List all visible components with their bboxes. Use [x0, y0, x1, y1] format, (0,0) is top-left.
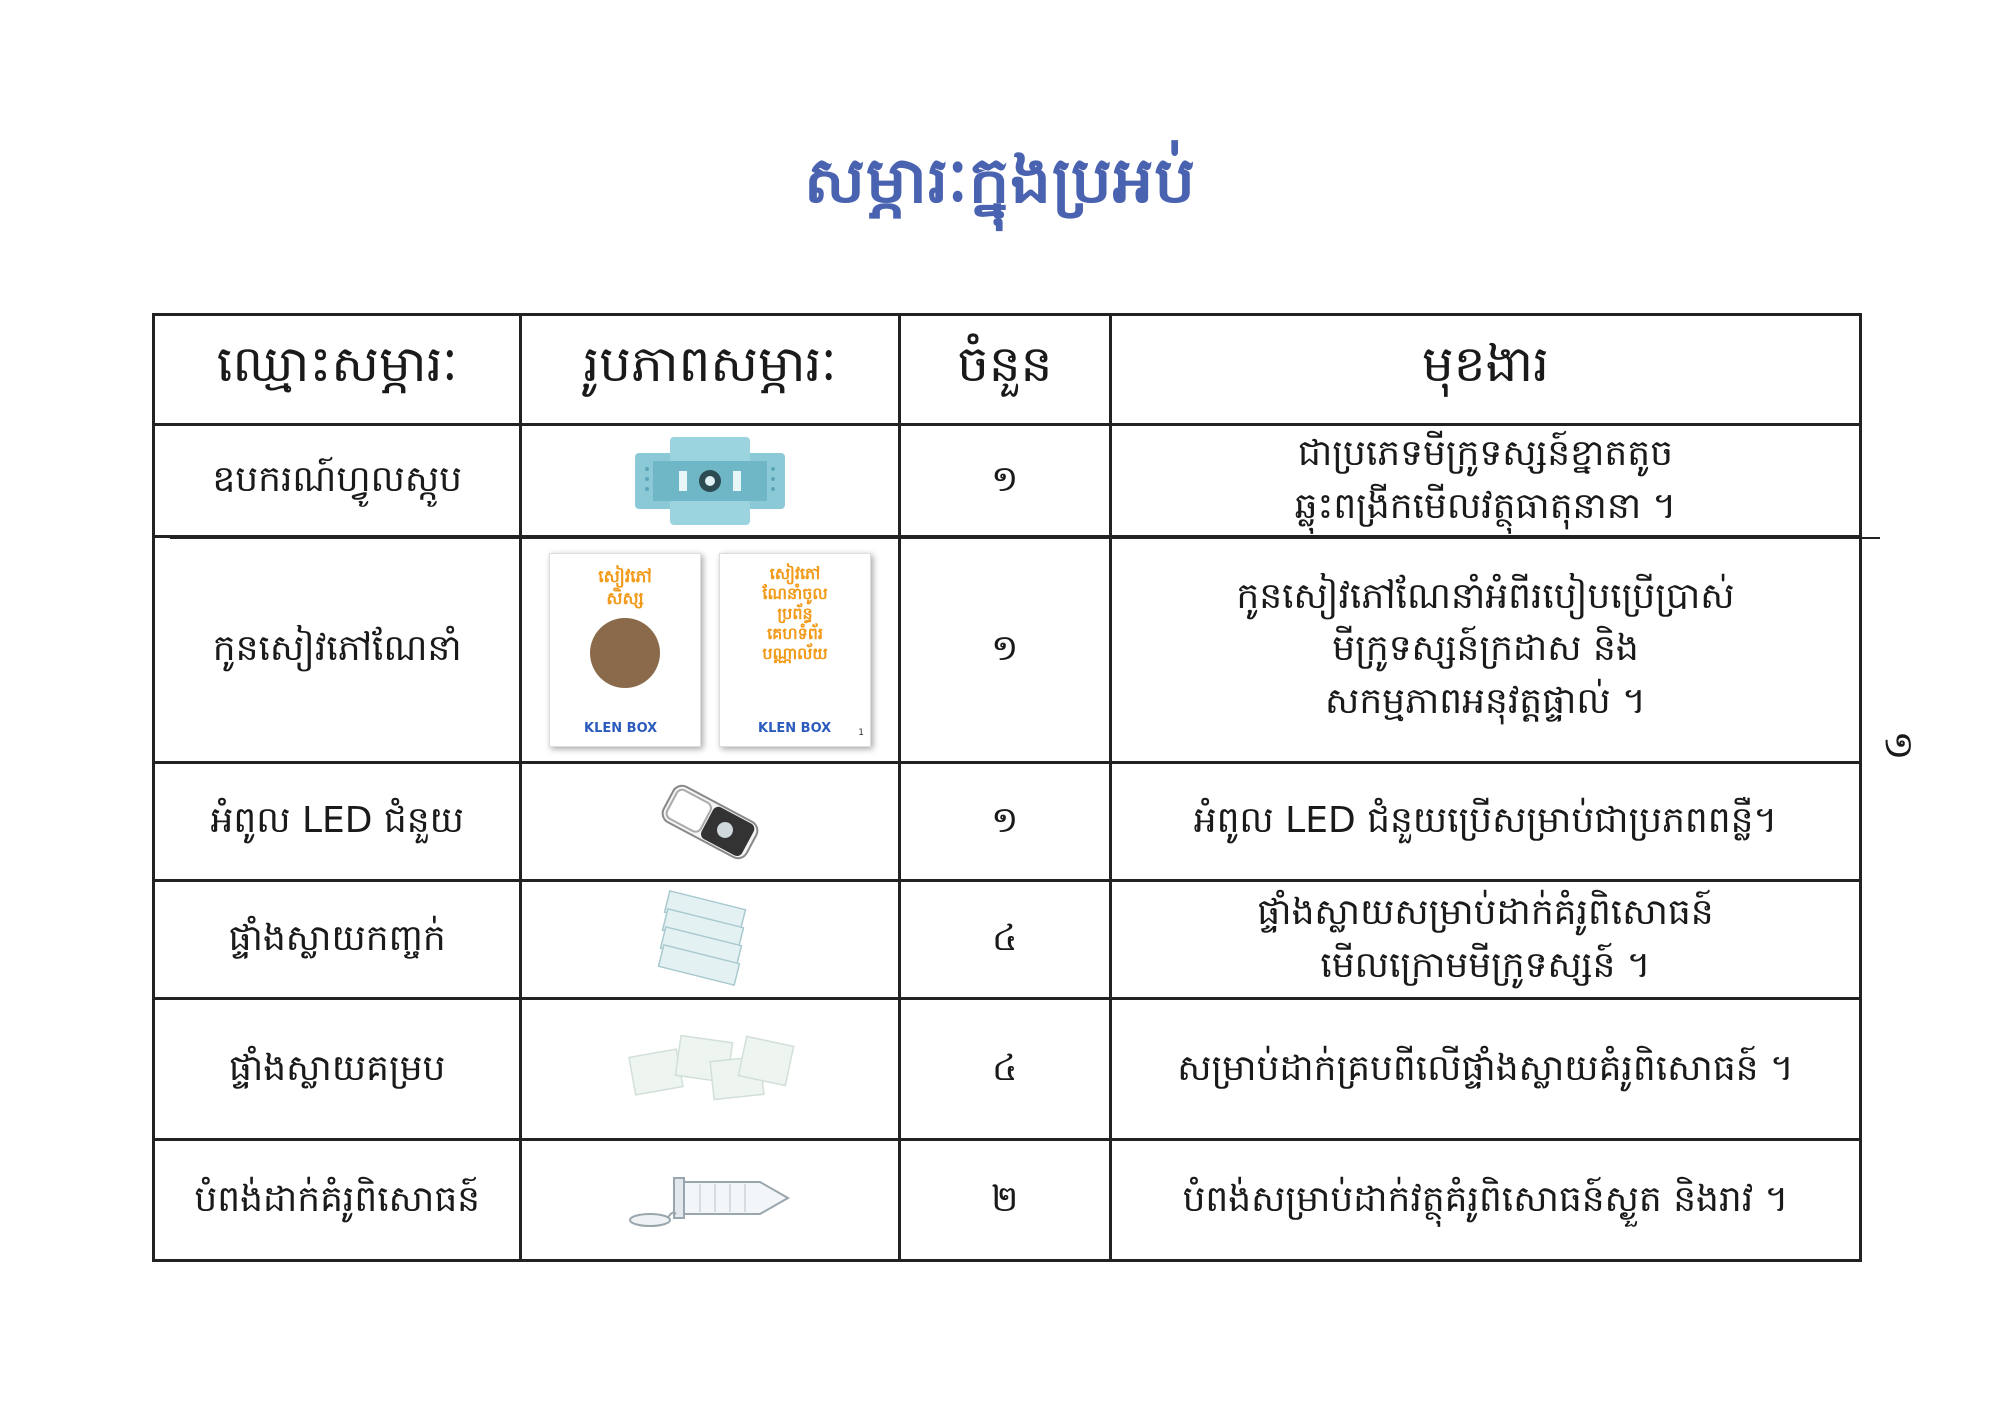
table-row: បំពង់ដាក់គំរូពិសោធន៍ ២ បំពង់សម្រាប់ដាក់វ… — [151, 1138, 1863, 1262]
item-quantity: ៤ — [897, 879, 1112, 1000]
table-row: ផ្ទាំងស្លាយកញ្ចក់ ៤ ផ្ទាំងស្លាយសម្រាប់ដា… — [151, 879, 1863, 1000]
foldscope-icon — [635, 436, 786, 525]
item-function: បំពង់សម្រាប់ដាក់វត្ថុគំរូពិសោធន៍ស្ងួត និ… — [1108, 1138, 1863, 1262]
function-line: ផ្ទាំងស្លាយសម្រាប់ដាក់គំរូពិសោធន៍ — [1257, 892, 1714, 934]
booklet-title: សៀវភៅ — [598, 566, 652, 587]
header-image: រូបភាពសម្ភារៈ — [519, 313, 901, 426]
item-function: អំពូល LED ជំនួយប្រើសម្រាប់ជាប្រភពពន្លឺ។ — [1108, 761, 1863, 882]
brand-logo: KLEN BOX — [584, 720, 658, 736]
page-title: សម្ភារៈក្នុងប្រអប់ — [804, 144, 1196, 218]
booklet-title: ណែនាំចូល — [762, 583, 828, 603]
function-line: សកម្មភាពអនុវត្តផ្ទាល់ ។ — [1325, 680, 1646, 722]
student-booklet-icon: សៀវភៅ សិស្ស KLEN BOX — [549, 552, 702, 747]
function-line: កូនសៀវភៅណែនាំអំពីរបៀបប្រើប្រាស់ — [1236, 576, 1735, 618]
item-name: ឧបករណ៍ហ្វូលស្កូប — [151, 423, 523, 538]
function-line: សម្រាប់ដាក់គ្របពីលើផ្ទាំងស្លាយគំរូពិសោធន… — [1177, 1047, 1794, 1089]
item-quantity: ១ — [897, 761, 1112, 882]
divider-line — [170, 537, 1880, 539]
function-line: មើលក្រោមមីក្រូទស្សន៍ ។ — [1320, 944, 1651, 986]
item-name: ផ្ទាំងស្លាយគម្រប — [151, 997, 523, 1141]
item-name: បំពង់ដាក់គំរូពិសោធន៍ — [151, 1138, 523, 1262]
booklet-title: សិស្ស — [606, 588, 644, 609]
item-quantity: ១ — [897, 535, 1112, 764]
item-image: សៀវភៅ សិស្ស KLEN BOX សៀវភៅ ណែនាំចូល ប្រព… — [519, 535, 901, 764]
item-name: កូនសៀវភៅណែនាំ — [151, 535, 523, 764]
item-function: ជាប្រភេទមីក្រូទស្សន៍ខ្នាតតូច ឆ្លុះពង្រីក… — [1108, 423, 1863, 538]
item-image — [519, 997, 901, 1141]
photo-circle — [590, 617, 661, 688]
header-quantity: ចំនួន — [897, 313, 1112, 426]
function-line: មីក្រូទស្សន៍ក្រដាស និង — [1332, 628, 1639, 670]
booklet-page-number: 1 — [858, 728, 865, 739]
table-row: អំពូល LED ជំនួយ ១ អំពូល LED ជំនួយប្រើសម្… — [151, 761, 1863, 882]
kit-contents-table: ឈ្មោះសម្ភារៈ រូបភាពសម្ភារៈ ចំនួន មុខងារ … — [151, 313, 1863, 1262]
glass-slides-icon — [657, 889, 747, 986]
function-line: ឆ្លុះពង្រីកមើលវត្ថុធាតុនានា ។ — [1294, 485, 1677, 527]
function-line: បំពង់សម្រាប់ដាក់វត្ថុគំរូពិសោធន៍ស្ងួត និ… — [1182, 1178, 1789, 1220]
sample-tube-icon — [629, 1177, 791, 1227]
item-quantity: ២ — [897, 1138, 1112, 1262]
brand-logo: KLEN BOX — [758, 721, 832, 737]
item-function: សម្រាប់ដាក់គ្របពីលើផ្ទាំងស្លាយគំរូពិសោធន… — [1108, 997, 1863, 1141]
item-function: ផ្ទាំងស្លាយសម្រាប់ដាក់គំរូពិសោធន៍ មើលក្រ… — [1108, 879, 1863, 1000]
function-line: ជាប្រភេទមីក្រូទស្សន៍ខ្នាតតូច — [1297, 433, 1673, 475]
header-name: ឈ្មោះសម្ភារៈ — [151, 313, 523, 426]
table-row: កូនសៀវភៅណែនាំ សៀវភៅ សិស្ស KLEN BOX សៀវភៅ… — [151, 535, 1863, 764]
item-function: កូនសៀវភៅណែនាំអំពីរបៀបប្រើប្រាស់ មីក្រូទស… — [1108, 535, 1863, 764]
table-row: ឧបករណ៍ហ្វូលស្កូប ១ ជាប្រភេទមីក្រូទស្សន៍ខ… — [151, 423, 1863, 538]
item-quantity: ១ — [897, 423, 1112, 538]
function-line: អំពូល LED ជំនួយប្រើសម្រាប់ជាប្រភពពន្លឺ។ — [1193, 800, 1778, 842]
cover-slips-icon — [628, 1034, 795, 1101]
table-header-row: ឈ្មោះសម្ភារៈ រូបភាពសម្ភារៈ ចំនួន មុខងារ — [151, 313, 1863, 426]
table-row: ផ្ទាំងស្លាយគម្រប ៤ សម្រាប់ដាក់គ្របពីលើផ្… — [151, 997, 1863, 1141]
booklet-title: គេហទំព័រ — [767, 623, 823, 643]
page-number: ១ — [1875, 730, 1922, 761]
header-function: មុខងារ — [1108, 313, 1863, 426]
item-image — [519, 423, 901, 538]
item-image — [519, 1138, 901, 1262]
booklet-title: បណ្ណាល័យ — [762, 643, 828, 663]
item-name: អំពូល LED ជំនួយ — [151, 761, 523, 882]
led-clip-icon — [661, 784, 759, 859]
item-image — [519, 761, 901, 882]
item-name: ផ្ទាំងស្លាយកញ្ចក់ — [151, 879, 523, 1000]
teacher-booklet-icon: សៀវភៅ ណែនាំចូល ប្រព័ន្ធ គេហទំព័រ បណ្ណាល័… — [719, 552, 872, 747]
item-quantity: ៤ — [897, 997, 1112, 1141]
booklet-title: ប្រព័ន្ធ — [777, 603, 813, 623]
item-image — [519, 879, 901, 1000]
booklet-title: សៀវភៅ — [769, 563, 821, 583]
